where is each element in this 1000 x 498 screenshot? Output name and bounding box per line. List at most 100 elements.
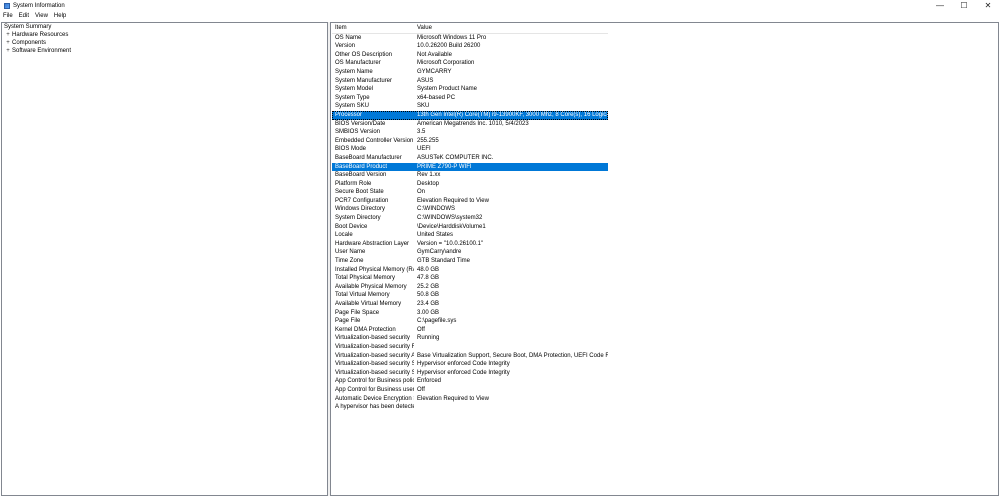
- table-row[interactable]: Page File C:\pagefile.sys: [332, 317, 608, 326]
- table-row[interactable]: Available Physical Memory 25.2 GB: [332, 283, 608, 292]
- table-row[interactable]: Available Virtual Memory 23.4 GB: [332, 300, 608, 309]
- row-item-cell: Version: [335, 43, 356, 50]
- table-row[interactable]: System Model System Product Name: [332, 85, 608, 94]
- table-row[interactable]: Platform Role Desktop: [332, 180, 608, 189]
- row-item-cell: Virtualization-based security Re...: [335, 343, 414, 350]
- row-item-cell: User Name: [335, 249, 366, 256]
- row-value-cell: [414, 403, 608, 412]
- table-row[interactable]: App Control for Business policy Enforced: [332, 377, 608, 386]
- menu-file[interactable]: File: [0, 12, 16, 21]
- table-row[interactable]: Virtualization-based security Running: [332, 334, 608, 343]
- table-row[interactable]: PCR7 Configuration Elevation Required to …: [332, 197, 608, 206]
- row-value-cell: 3.5: [417, 129, 426, 136]
- table-row[interactable]: Locale United States: [332, 231, 608, 240]
- close-button[interactable]: ✕: [976, 0, 1000, 12]
- row-value-cell: System Product Name: [417, 86, 478, 93]
- expand-plus-icon[interactable]: +: [5, 39, 11, 47]
- expand-plus-icon[interactable]: +: [5, 47, 11, 55]
- row-item-cell: System Model: [335, 86, 374, 93]
- row-value-cell: GTB Standard Time: [417, 258, 471, 265]
- table-row[interactable]: OS Manufacturer Microsoft Corporation: [332, 59, 608, 68]
- table-row[interactable]: OS Name Microsoft Windows 11 Pro: [332, 34, 608, 43]
- row-item-cell: PCR7 Configuration: [335, 197, 389, 204]
- table-row[interactable]: Processor 13th Gen Intel(R) Core(TM) i9-1…: [332, 110, 608, 120]
- menu-view[interactable]: View: [32, 12, 51, 21]
- table-row[interactable]: Kernel DMA Protection Off: [332, 326, 608, 335]
- table-row[interactable]: Time Zone GTB Standard Time: [332, 257, 608, 266]
- row-value-cell: GymCarry\andre: [417, 249, 462, 256]
- column-header-value[interactable]: Value: [414, 24, 608, 33]
- tree-item-software-environment[interactable]: + Software Environment: [2, 47, 327, 55]
- minimize-button[interactable]: —: [928, 0, 952, 12]
- table-row[interactable]: System Name GYMCARRY: [332, 68, 608, 77]
- row-item-cell: Total Physical Memory: [335, 275, 396, 282]
- table-row[interactable]: Boot Device \Device\HarddiskVolume1: [332, 223, 608, 232]
- row-value-cell: PRIME Z790-P WIFI: [417, 163, 472, 170]
- table-row[interactable]: Secure Boot State On: [332, 188, 608, 197]
- table-row[interactable]: App Control for Business user ... Off: [332, 386, 608, 395]
- table-row[interactable]: Virtualization-based security Se...Hyper…: [332, 360, 608, 369]
- table-row[interactable]: Virtualization-based security Se...Hyper…: [332, 369, 608, 378]
- row-item-cell: BIOS Version/Date: [335, 120, 386, 127]
- table-row[interactable]: Page File Space 3.00 GB: [332, 309, 608, 318]
- expand-plus-icon[interactable]: +: [5, 31, 11, 39]
- row-value-cell: ASUS: [417, 77, 434, 84]
- row-item-cell: OS Manufacturer: [335, 60, 381, 67]
- table-row[interactable]: Version 10.0.26200 Build 26200: [332, 42, 608, 51]
- table-row[interactable]: Virtualization-based security Re...: [332, 343, 608, 352]
- row-item-cell: Processor: [335, 111, 363, 118]
- row-item-cell: A hypervisor has been detecte...: [335, 404, 414, 411]
- table-row[interactable]: BaseBoard Product PRIME Z790-P WIFI: [332, 162, 608, 172]
- table-row[interactable]: System Type x64-based PC: [332, 94, 608, 103]
- row-value-cell: C:\pagefile.sys: [417, 318, 457, 325]
- row-item-cell: BaseBoard Product: [335, 163, 388, 170]
- tree-item-system-summary[interactable]: System Summary: [2, 23, 327, 31]
- menu-help[interactable]: Help: [51, 12, 69, 21]
- row-value-cell: GYMCARRY: [417, 68, 452, 75]
- table-row[interactable]: Total Virtual Memory 50.8 GB: [332, 291, 608, 300]
- menu-bar: File Edit View Help: [0, 12, 1000, 21]
- row-item-cell: SMBIOS Version: [335, 129, 381, 136]
- row-item-cell: Boot Device: [335, 223, 368, 230]
- row-value-cell: American Megatrends Inc. 1010, 5/4/2023: [417, 120, 529, 127]
- row-item-cell: Total Virtual Memory: [335, 292, 390, 299]
- table-row[interactable]: Windows Directory C:\WINDOWS: [332, 205, 608, 214]
- table-row[interactable]: SMBIOS Version 3.5: [332, 128, 608, 137]
- window-title: System Information: [13, 3, 65, 9]
- table-row[interactable]: System SKU SKU: [332, 102, 608, 111]
- row-value-cell: Elevation Required to View: [417, 197, 489, 204]
- table-row[interactable]: BIOS Version/Date American Megatrends Inc…: [332, 120, 608, 129]
- table-row[interactable]: Installed Physical Memory (RAM)48.0 GB: [332, 266, 608, 275]
- table-row[interactable]: System Manufacturer ASUS: [332, 77, 608, 86]
- tree-item-hardware-resources[interactable]: + Hardware Resources: [2, 31, 327, 39]
- row-value-cell: 48.0 GB: [417, 266, 440, 273]
- row-item-cell: Page File Space: [335, 309, 380, 316]
- row-item-cell: Available Physical Memory: [335, 283, 407, 290]
- row-item-cell: Page File: [335, 318, 361, 325]
- table-row[interactable]: User Name GymCarry\andre: [332, 248, 608, 257]
- maximize-button[interactable]: ☐: [952, 0, 976, 12]
- row-value-cell: \Device\HarddiskVolume1: [417, 223, 486, 230]
- row-value-cell: Not Available: [417, 51, 452, 58]
- table-row[interactable]: BIOS Mode UEFI: [332, 145, 608, 154]
- column-header-item[interactable]: Item: [332, 24, 414, 33]
- row-value-cell: United States: [417, 232, 454, 239]
- tree-item-components[interactable]: + Components: [2, 39, 327, 47]
- table-row[interactable]: System Directory C:\WINDOWS\system32: [332, 214, 608, 223]
- table-row[interactable]: Other OS Description Not Available: [332, 51, 608, 60]
- table-row[interactable]: Embedded Controller Version 255.255: [332, 137, 608, 146]
- menu-edit[interactable]: Edit: [16, 12, 32, 21]
- row-value-cell: Elevation Required to View: [417, 395, 489, 402]
- table-row[interactable]: BaseBoard Manufacturer ASUSTeK COMPUTER I…: [332, 154, 608, 163]
- row-value-cell: C:\WINDOWS\system32: [417, 215, 483, 222]
- table-row[interactable]: Automatic Device Encryption Su...Elevati…: [332, 395, 608, 404]
- table-row[interactable]: BaseBoard Version Rev 1.xx: [332, 171, 608, 180]
- row-item-cell: System Type: [335, 94, 370, 101]
- table-row[interactable]: Virtualization-based security Av... Base …: [332, 352, 608, 361]
- row-value-cell: x64-based PC: [417, 94, 456, 101]
- table-row[interactable]: Total Physical Memory 47.8 GB: [332, 274, 608, 283]
- tree-item-label: Hardware Resources: [12, 32, 69, 38]
- table-row[interactable]: Hardware Abstraction Layer Version = "10.…: [332, 240, 608, 249]
- table-row[interactable]: A hypervisor has been detecte...: [332, 403, 608, 412]
- row-item-cell: Virtualization-based security Av...: [335, 352, 414, 359]
